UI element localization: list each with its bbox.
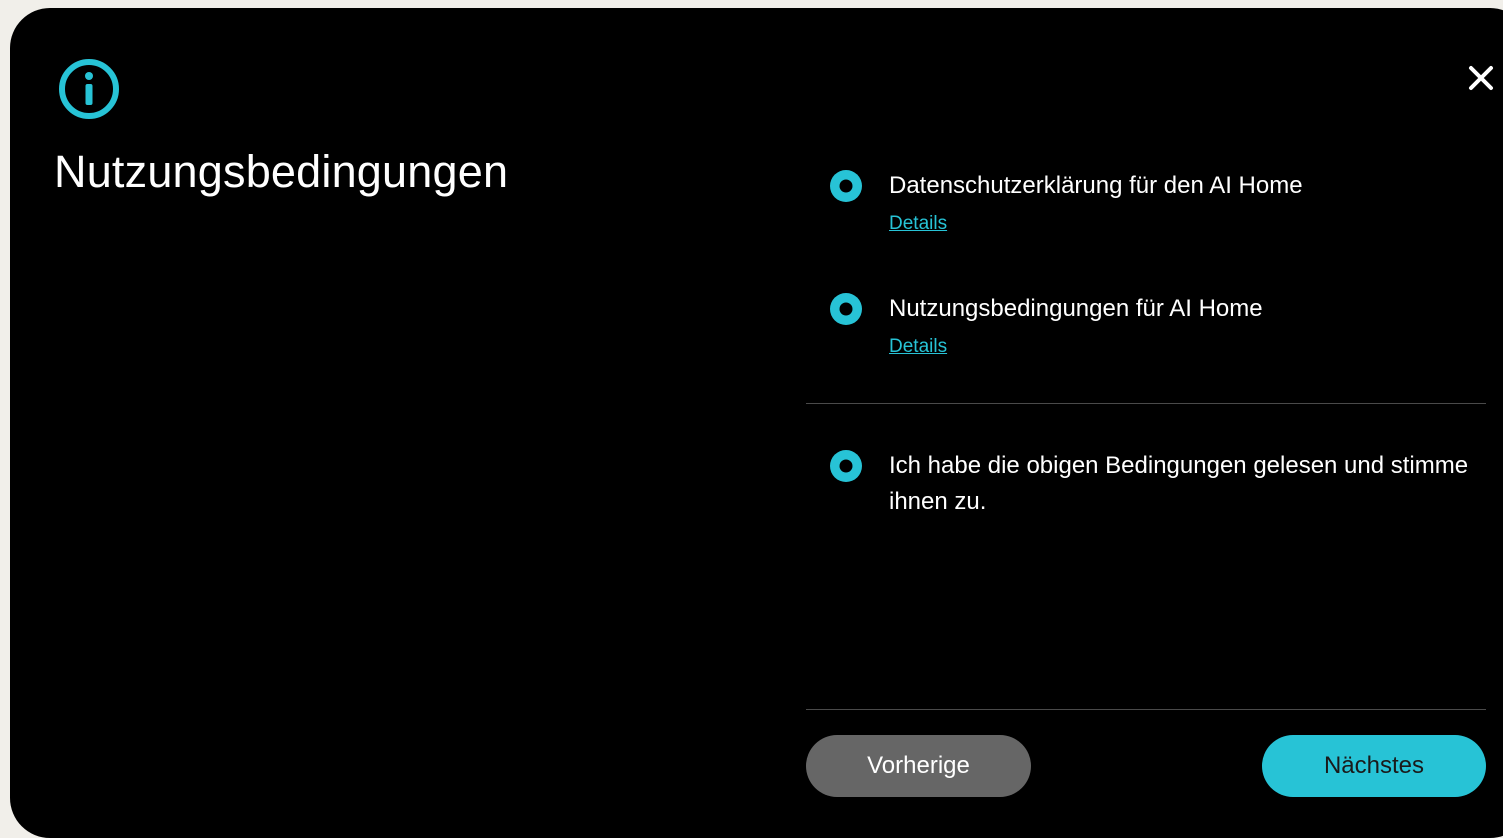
details-link[interactable]: Details: [889, 336, 947, 358]
terms-dialog: Nutzungsbedingungen Datenschutzerklärung…: [10, 8, 1503, 838]
page-title: Nutzungsbedingungen: [54, 146, 509, 197]
option-label: Nutzungsbedingungen für AI Home: [889, 295, 1263, 322]
radio-privacy-policy[interactable]: [830, 170, 862, 202]
radio-terms-of-use[interactable]: [830, 293, 862, 325]
radio-agreement[interactable]: [830, 450, 862, 482]
divider: [806, 403, 1486, 404]
option-label: Datenschutzerklärung für den AI Home: [889, 172, 1303, 199]
details-link[interactable]: Details: [889, 213, 947, 235]
next-button[interactable]: Nächstes: [1262, 735, 1486, 797]
previous-button[interactable]: Vorherige: [806, 735, 1031, 797]
agreement-label: Ich habe die obigen Bedingungen gelesen …: [889, 452, 1469, 515]
info-circle-icon: [59, 59, 119, 119]
close-icon[interactable]: [1463, 60, 1499, 96]
divider: [806, 709, 1486, 710]
